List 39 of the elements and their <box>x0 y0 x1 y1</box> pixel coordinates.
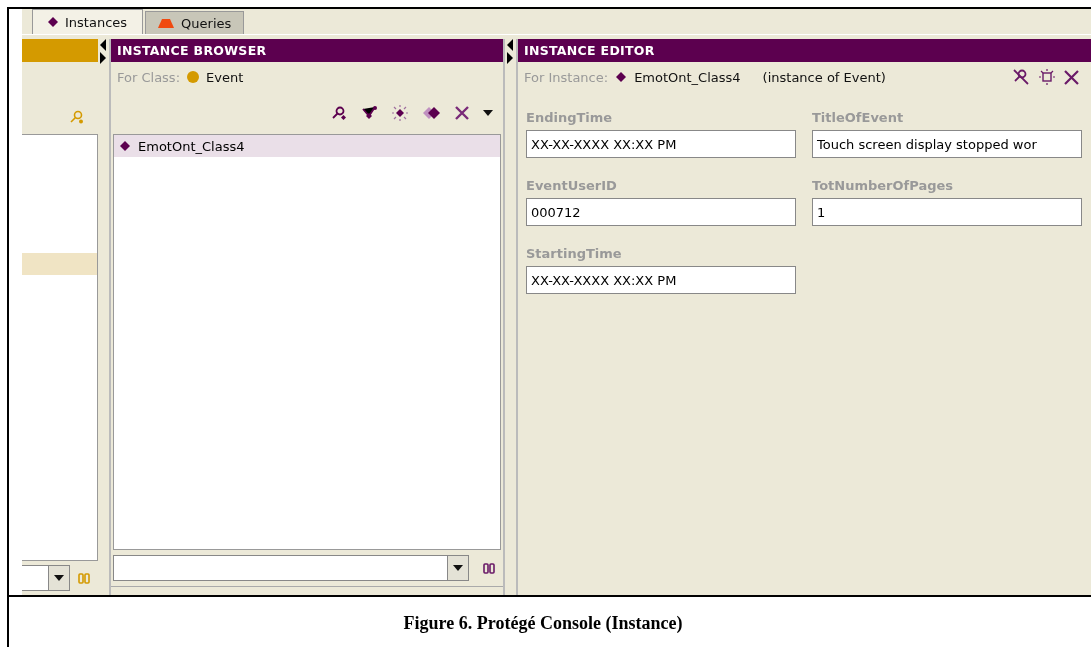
class-name: Event <box>206 69 244 85</box>
field-label: StartingTime <box>526 246 623 261</box>
input-field[interactable]: Touch screen display stopped wor <box>812 130 1082 158</box>
instance-name: EmotOnt_Class4 <box>634 69 741 85</box>
sparkle-icon[interactable] <box>1038 69 1056 85</box>
hierarchy-icon[interactable] <box>361 106 377 120</box>
close-icon[interactable] <box>1064 69 1079 85</box>
trapezoid-icon <box>158 18 175 28</box>
tab[interactable]: Instances <box>32 9 144 34</box>
input-field[interactable]: XX-XX-XXXX XX:XX PM <box>526 130 796 158</box>
panel-title: INSTANCE EDITOR <box>518 39 1091 62</box>
double-diamond-icon[interactable] <box>423 107 441 119</box>
input-field[interactable]: 000712 <box>526 198 796 226</box>
search-combo[interactable] <box>22 565 70 591</box>
instance-of-text: (instance of Event) <box>762 69 886 85</box>
binoculars-icon[interactable] <box>483 562 495 574</box>
field-label: TitleOfEvent <box>812 110 905 125</box>
tab[interactable]: Queries <box>145 11 245 34</box>
field-label: EventUserID <box>526 178 618 193</box>
dropdown-icon[interactable] <box>447 556 468 580</box>
input-field[interactable]: 1 <box>812 198 1082 226</box>
diamond-icon <box>616 72 627 82</box>
search-off-icon[interactable] <box>1012 69 1030 85</box>
input-field[interactable]: XX-XX-XXXX XX:XX PM <box>526 266 796 294</box>
delete-icon[interactable] <box>455 106 469 120</box>
search-icon[interactable] <box>331 106 347 120</box>
class-icon <box>187 71 200 83</box>
field-label: EndingTime <box>526 110 614 125</box>
panel-title: INSTANCE BROWSER <box>111 39 503 62</box>
instance-item[interactable]: EmotOnt_Class4 <box>114 135 500 157</box>
diamond-icon <box>48 17 58 27</box>
for-instance-label: For Instance: <box>524 69 609 85</box>
dropdown-icon[interactable] <box>483 110 493 116</box>
dropdown-icon[interactable] <box>48 566 69 590</box>
figure-caption: Figure 6. Protégé Console (Instance) <box>403 612 683 634</box>
diamond-icon <box>120 141 130 151</box>
for-class-label: For Class: <box>117 69 181 85</box>
sparkle-diamond-icon[interactable] <box>391 105 409 121</box>
field-label: TotNumberOfPages <box>812 178 955 193</box>
